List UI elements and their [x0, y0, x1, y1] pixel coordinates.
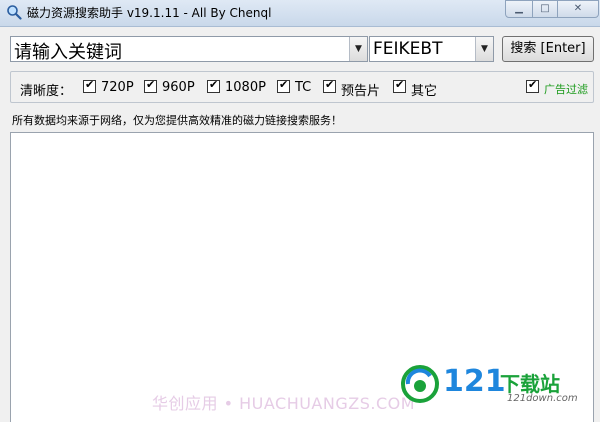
label-ad-filter[interactable]: 广告过滤: [544, 81, 588, 97]
maximize-icon: □: [540, 3, 550, 14]
check-icon: ✔: [395, 78, 405, 91]
check-icon: ✔: [528, 78, 538, 91]
label-other[interactable]: 其它: [411, 80, 437, 99]
close-icon: ✕: [573, 3, 583, 14]
checkbox-ad-filter[interactable]: ✔: [526, 78, 539, 93]
engine-select[interactable]: FEIKEBT ▼: [369, 36, 494, 62]
engine-selected-value: FEIKEBT: [373, 39, 443, 59]
label-960p[interactable]: 960P: [162, 80, 195, 95]
magnifier-app-icon: [7, 5, 22, 20]
chevron-down-icon: ▼: [355, 44, 362, 54]
resolution-filter-group: 清晰度： ✔ 720P ✔ 960P ✔ 1080P ✔ TC ✔ 预告片 ✔ …: [10, 71, 594, 103]
chevron-down-icon: ▼: [481, 44, 488, 54]
checkbox-trailer[interactable]: ✔: [323, 78, 336, 93]
keyword-combobox[interactable]: 请输入关键词 ▼: [10, 36, 368, 64]
check-icon: ✔: [279, 78, 289, 91]
minimize-icon: ▁: [515, 3, 523, 14]
checkbox-720p[interactable]: ✔: [83, 78, 96, 93]
resolution-label: 清晰度：: [20, 84, 73, 99]
label-tc[interactable]: TC: [295, 80, 311, 95]
keyword-input[interactable]: 请输入关键词: [14, 38, 122, 64]
engine-dropdown-arrow[interactable]: ▼: [475, 37, 493, 61]
check-icon: ✔: [146, 78, 156, 91]
label-trailer[interactable]: 预告片: [341, 80, 380, 99]
checkbox-1080p[interactable]: ✔: [207, 78, 220, 93]
checkbox-960p[interactable]: ✔: [144, 78, 157, 93]
watermark-text: 华创应用 • HUACHUANGZS.COM: [152, 394, 416, 413]
label-1080p[interactable]: 1080P: [225, 80, 266, 95]
check-icon: ✔: [209, 78, 219, 91]
search-button[interactable]: 搜索 [Enter]: [502, 36, 594, 62]
minimize-button[interactable]: ▁: [505, 0, 533, 18]
disclaimer-text: 所有数据均来源于网络，仅为您提供高效精准的磁力链接搜索服务！: [12, 114, 342, 127]
title-bar[interactable]: 磁力资源搜索助手 v19.1.11 - All By Chenql ▁ □ ✕: [0, 0, 600, 27]
app-window: 磁力资源搜索助手 v19.1.11 - All By Chenql ▁ □ ✕ …: [0, 0, 600, 422]
checkbox-tc[interactable]: ✔: [277, 78, 290, 93]
checkbox-other[interactable]: ✔: [393, 78, 406, 93]
brand-url: 121down.com: [507, 393, 578, 404]
label-720p[interactable]: 720P: [101, 80, 134, 95]
maximize-button[interactable]: □: [532, 0, 558, 18]
download-site-logo-icon: [401, 365, 439, 403]
window-title: 磁力资源搜索助手 v19.1.11 - All By Chenql: [27, 6, 272, 20]
close-button[interactable]: ✕: [557, 0, 599, 18]
brand-number: 121: [443, 364, 506, 399]
check-icon: ✔: [85, 78, 95, 91]
check-icon: ✔: [325, 78, 335, 91]
keyword-dropdown-arrow[interactable]: ▼: [349, 37, 367, 61]
